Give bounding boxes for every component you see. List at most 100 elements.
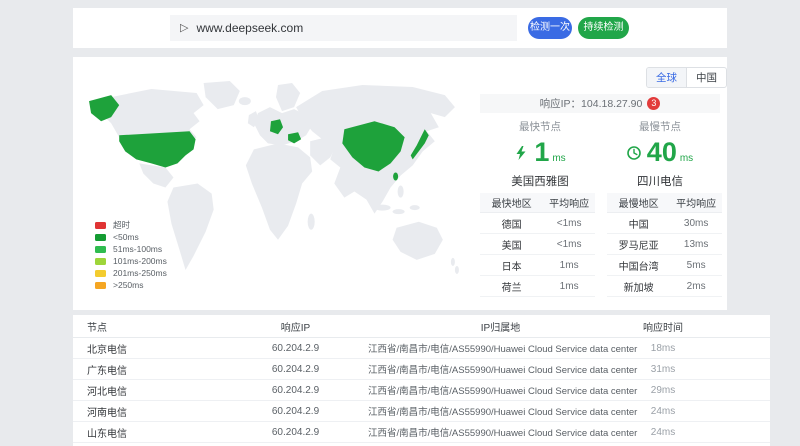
clock-icon (627, 146, 641, 160)
table-row: 中国 30ms (607, 213, 722, 234)
legend-label: 201ms-250ms (113, 269, 167, 278)
legend-label: 超时 (113, 221, 130, 230)
tab-china[interactable]: 中国 (686, 68, 726, 87)
result-card: 超时 <50ms 51ms-100ms 101ms-200ms 201ms-25… (73, 57, 727, 310)
node-location: 江西省/南昌市/电信/AS55990/Huawei Cloud Service … (368, 404, 633, 418)
map-new-zealand-2 (455, 266, 459, 274)
node-time: 24ms (633, 406, 693, 417)
legend-item: >250ms (95, 282, 167, 289)
response-ip-strip: 响应IP： 104.18.27.90 3 (480, 94, 720, 113)
node-table-header: 节点 响应IP IP归属地 响应时间 (73, 315, 770, 338)
table-row: 罗马尼亚 13ms (607, 234, 722, 255)
map-madagascar (308, 214, 315, 230)
region-avg: <1ms (543, 218, 595, 229)
map-indonesia-3 (410, 205, 420, 210)
map-philippines (398, 186, 404, 198)
fastest-node-value: 1 ms (480, 139, 600, 166)
region-name: 罗马尼亚 (607, 237, 670, 252)
ip-count-badge[interactable]: 3 (647, 97, 660, 110)
table-row: 德国 <1ms (480, 213, 595, 234)
table-row: 河北电信 60.204.2.9 江西省/南昌市/电信/AS55990/Huawe… (73, 380, 770, 401)
region-name: 美国 (480, 237, 543, 252)
play-icon: ▷ (180, 23, 188, 34)
slowest-node-stat: 最慢节点 40 ms 四川电信 (600, 119, 720, 189)
node-ip: 60.204.2.9 (223, 406, 368, 417)
node-location: 江西省/南昌市/电信/AS55990/Huawei Cloud Service … (368, 383, 633, 397)
legend-label: 101ms-200ms (113, 257, 167, 266)
map-greenland (204, 81, 240, 109)
region-name: 新加坡 (607, 279, 670, 294)
response-ip-label: 响应IP： (540, 96, 581, 111)
table-row: 美国 <1ms (480, 234, 595, 255)
node-location: 江西省/南昌市/电信/AS55990/Huawei Cloud Service … (368, 425, 633, 439)
test-once-button[interactable]: 检测一次 (528, 17, 572, 39)
legend-swatch-51-100 (95, 246, 106, 253)
col-header-ip: 响应IP (223, 319, 368, 334)
slowest-node-value: 40 ms (600, 139, 720, 166)
legend-swatch-101-200 (95, 258, 106, 265)
region-name: 德国 (480, 216, 543, 231)
fastest-node-title: 最快节点 (480, 119, 600, 134)
region-tables: 最快地区 平均响应 德国 <1ms 美国 <1ms 日本 1ms 荷兰 1ms (480, 193, 722, 297)
region-avg: 30ms (670, 218, 722, 229)
fastest-node-location: 美国西雅图 (480, 173, 600, 189)
legend-swatch-201-250 (95, 270, 106, 277)
fastest-ms-number: 1 (534, 139, 549, 166)
region-avg: 13ms (670, 239, 722, 250)
map-iceland (239, 97, 251, 105)
fastest-regions-table: 最快地区 平均响应 德国 <1ms 美国 <1ms 日本 1ms 荷兰 1ms (480, 193, 595, 297)
col-header-region: 最慢地区 (607, 195, 670, 210)
node-location: 江西省/南昌市/电信/AS55990/Huawei Cloud Service … (368, 341, 633, 355)
table-row: 荷兰 1ms (480, 276, 595, 297)
table-row: 河南电信 60.204.2.9 江西省/南昌市/电信/AS55990/Huawe… (73, 401, 770, 422)
table-row: 中国台湾 5ms (607, 255, 722, 276)
slowest-regions-table: 最慢地区 平均响应 中国 30ms 罗马尼亚 13ms 中国台湾 5ms 新加坡… (607, 193, 722, 297)
url-input-box[interactable]: ▷ (170, 15, 517, 41)
region-avg: 2ms (670, 281, 722, 292)
node-time: 31ms (633, 364, 693, 375)
region-avg: 1ms (543, 260, 595, 271)
lightning-icon (514, 146, 528, 160)
response-ip-value: 104.18.27.90 (581, 98, 642, 110)
legend-swatch-gt250 (95, 282, 106, 289)
region-name: 日本 (480, 258, 543, 273)
col-header-time: 响应时间 (633, 319, 693, 334)
node-name: 广东电信 (73, 362, 223, 377)
col-header-avg: 平均响应 (670, 195, 722, 210)
map-africa (246, 143, 312, 239)
node-ip: 60.204.2.9 (223, 343, 368, 354)
legend-item: 超时 (95, 222, 167, 229)
scope-tabs: 全球 中国 (646, 67, 727, 88)
table-row: 广东电信 60.204.2.9 江西省/南昌市/电信/AS55990/Huawe… (73, 359, 770, 380)
map-mexico (139, 163, 173, 187)
fastest-ms-unit: ms (552, 153, 565, 164)
table-row: 新加坡 2ms (607, 276, 722, 297)
continuous-test-button[interactable]: 持续检测 (578, 17, 629, 39)
table-row: 北京电信 60.204.2.9 江西省/南昌市/电信/AS55990/Huawe… (73, 338, 770, 359)
legend-label: >250ms (113, 281, 143, 290)
legend-item: 201ms-250ms (95, 270, 167, 277)
legend-swatch-timeout (95, 222, 106, 229)
node-location: 江西省/南昌市/电信/AS55990/Huawei Cloud Service … (368, 362, 633, 376)
node-time: 18ms (633, 343, 693, 354)
table-header-row: 最慢地区 平均响应 (607, 193, 722, 213)
tab-global[interactable]: 全球 (647, 68, 686, 87)
region-name: 荷兰 (480, 279, 543, 294)
legend-item: 101ms-200ms (95, 258, 167, 265)
node-ip: 60.204.2.9 (223, 364, 368, 375)
region-name: 中国 (607, 216, 670, 231)
url-input[interactable] (196, 21, 507, 35)
slowest-node-location: 四川电信 (600, 173, 720, 189)
node-name: 河北电信 (73, 383, 223, 398)
map-south-america (167, 184, 213, 270)
slowest-ms-unit: ms (680, 153, 693, 164)
col-header-node: 节点 (73, 319, 223, 334)
slowest-ms-number: 40 (647, 139, 677, 166)
table-row: 山东电信 60.204.2.9 江西省/南昌市/电信/AS55990/Huawe… (73, 422, 770, 443)
node-name: 山东电信 (73, 425, 223, 440)
region-avg: 1ms (543, 281, 595, 292)
legend-item: <50ms (95, 234, 167, 241)
map-indonesia-2 (393, 209, 405, 214)
node-stats: 最快节点 1 ms 美国西雅图 最慢节点 40 ms 四川电信 (480, 119, 720, 189)
col-header-location: IP归属地 (368, 319, 633, 334)
